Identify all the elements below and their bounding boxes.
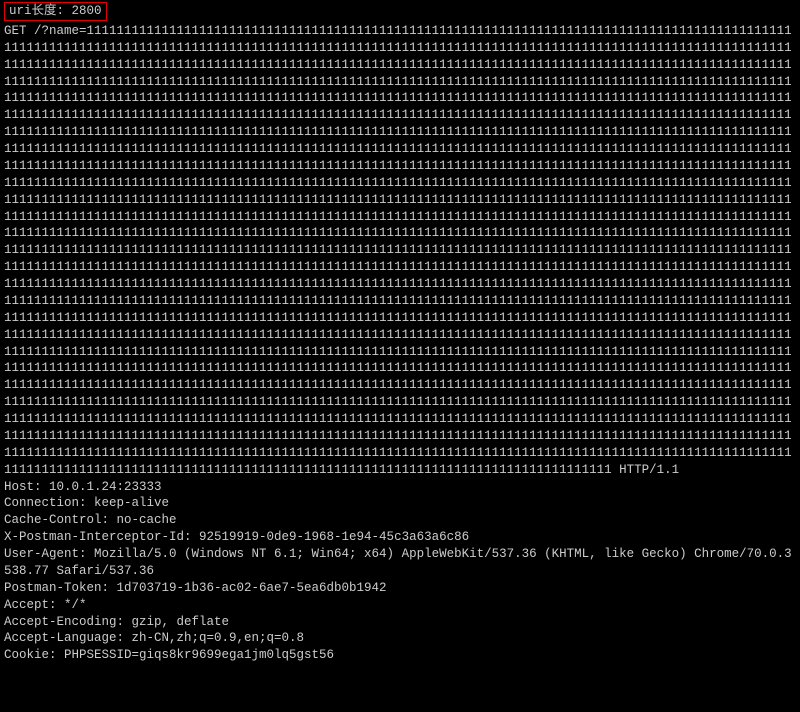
http-header-accept: Accept: */* xyxy=(4,597,796,614)
uri-length-value: 2800 xyxy=(72,4,102,18)
http-header-cache-control: Cache-Control: no-cache xyxy=(4,512,796,529)
http-header-accept-language: Accept-Language: zh-CN,zh;q=0.9,en;q=0.8 xyxy=(4,630,796,647)
http-header-host: Host: 10.0.1.24:23333 xyxy=(4,479,796,496)
http-header-connection: Connection: keep-alive xyxy=(4,495,796,512)
http-header-postman-token: Postman-Token: 1d703719-1b36-ac02-6ae7-5… xyxy=(4,580,796,597)
http-headers-block: Host: 10.0.1.24:23333Connection: keep-al… xyxy=(4,479,796,665)
http-header-x-postman-interceptor-id: X-Postman-Interceptor-Id: 92519919-0de9-… xyxy=(4,529,796,546)
http-request-line: GET /?name=11111111111111111111111111111… xyxy=(4,23,796,479)
terminal-output: uri长度: 2800 GET /?name=11111111111111111… xyxy=(0,0,800,712)
uri-length-box: uri长度: 2800 xyxy=(4,2,107,21)
http-header-cookie: Cookie: PHPSESSID=giqs8kr9699ega1jm0lq5g… xyxy=(4,647,796,664)
http-header-user-agent: User-Agent: Mozilla/5.0 (Windows NT 6.1;… xyxy=(4,546,796,580)
uri-length-label: uri长度: xyxy=(9,4,64,18)
http-header-accept-encoding: Accept-Encoding: gzip, deflate xyxy=(4,614,796,631)
